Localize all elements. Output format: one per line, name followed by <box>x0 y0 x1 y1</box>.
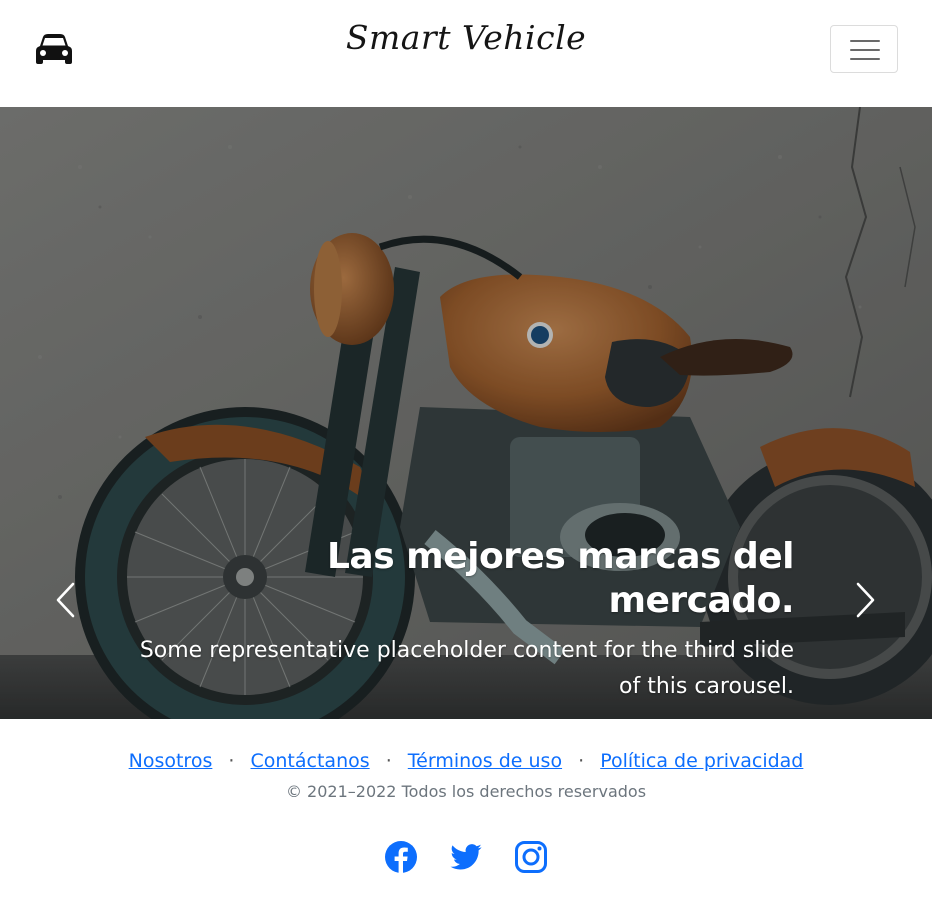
carousel-text: Some representative placeholder content … <box>139 638 794 699</box>
footer-separator: · <box>578 750 585 772</box>
facebook-icon[interactable] <box>384 840 418 874</box>
navbar: Smart Vehicle <box>0 0 932 107</box>
navbar-toggler-button[interactable] <box>830 25 898 73</box>
brand-title[interactable]: Smart Vehicle <box>0 18 932 57</box>
footer-links: Nosotros · Contáctanos · Términos de uso… <box>0 750 932 772</box>
footer-separator: · <box>228 750 235 772</box>
carousel: Las mejores marcas del mercado. Some rep… <box>0 107 932 719</box>
carousel-title: Las mejores marcas del mercado. <box>326 536 795 621</box>
footer-link-terminos[interactable]: Términos de uso <box>408 750 562 772</box>
footer-link-contactanos[interactable]: Contáctanos <box>251 750 370 772</box>
twitter-icon[interactable] <box>449 840 483 874</box>
carousel-caption: Las mejores marcas del mercado. Some rep… <box>134 535 795 705</box>
footer-link-privacidad[interactable]: Política de privacidad <box>600 750 803 772</box>
chevron-left-icon <box>56 582 75 618</box>
hamburger-menu-icon <box>850 40 880 60</box>
footer-separator: · <box>385 750 392 772</box>
chevron-right-icon <box>856 582 875 618</box>
carousel-next-button[interactable] <box>846 577 886 623</box>
copyright-text: © 2021–2022 Todos los derechos reservado… <box>285 782 647 801</box>
social-links <box>0 840 932 874</box>
instagram-icon[interactable] <box>514 840 548 874</box>
carousel-prev-button[interactable] <box>48 577 88 623</box>
footer-link-nosotros[interactable]: Nosotros <box>129 750 213 772</box>
